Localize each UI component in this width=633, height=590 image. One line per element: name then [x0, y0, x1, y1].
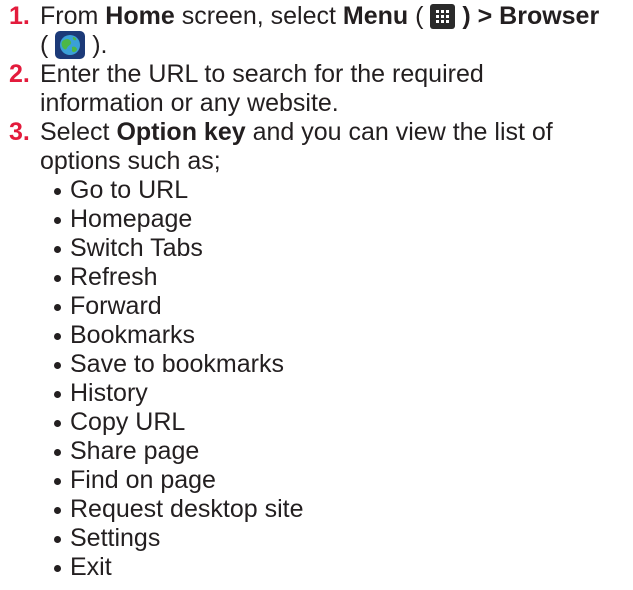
list-item: Settings: [40, 524, 631, 553]
step-number: 2.: [9, 60, 30, 88]
option-key-label: Option key: [116, 118, 246, 146]
step-1: 1. From Home screen, select Menu ( ) > B…: [9, 2, 631, 60]
step-text: From Home screen, select Menu ( ) > Brow…: [40, 2, 631, 60]
list-item: Bookmarks: [40, 321, 631, 350]
menu-grid-icon: [430, 4, 456, 29]
list-item: Find on page: [40, 466, 631, 495]
list-item: Save to bookmarks: [40, 350, 631, 379]
step-line: information or any website.: [40, 89, 339, 117]
list-item: Go to URL: [40, 176, 631, 205]
text-fragment: ).: [85, 31, 108, 59]
step-line: From Home screen, select Menu ( ) > Brow…: [40, 2, 631, 31]
text-fragment: screen, select: [174, 2, 343, 30]
step-line: Select Option key and you can view the l…: [40, 118, 631, 147]
home-label: Home: [105, 2, 175, 30]
step-text: Enter the URL to search for the required…: [40, 60, 631, 118]
list-item: Request desktop site: [40, 495, 631, 524]
list-item: Forward: [40, 292, 631, 321]
text-fragment: (: [40, 31, 56, 59]
text-fragment: and you can view the list of: [245, 118, 553, 146]
text-fragment: Select: [40, 118, 117, 146]
text-fragment: From: [40, 2, 106, 30]
browser-label: Browser: [499, 2, 600, 30]
list-item: Exit: [40, 553, 631, 582]
browser-globe-icon: [55, 31, 86, 59]
step-text: Select Option key and you can view the l…: [40, 118, 631, 582]
instruction-page: 1. From Home screen, select Menu ( ) > B…: [0, 0, 633, 590]
step-2: 2. Enter the URL to search for the requi…: [9, 60, 631, 118]
list-item: Homepage: [40, 205, 631, 234]
step-line: ( ).: [40, 31, 631, 60]
list-item: Copy URL: [40, 408, 631, 437]
steps-list: 1. From Home screen, select Menu ( ) > B…: [9, 2, 631, 582]
step-number: 3.: [9, 118, 30, 146]
step-line: Enter the URL to search for the required: [40, 60, 484, 88]
list-item: Refresh: [40, 263, 631, 292]
menu-label: Menu: [342, 2, 409, 30]
step-number: 1.: [9, 2, 30, 30]
list-item: Share page: [40, 437, 631, 466]
step-line: options such as;: [40, 147, 221, 175]
text-fragment: ) >: [455, 2, 500, 30]
text-fragment: (: [408, 2, 431, 30]
list-item: History: [40, 379, 631, 408]
step-3: 3. Select Option key and you can view th…: [9, 118, 631, 582]
options-list: Go to URL Homepage Switch Tabs Refresh F…: [40, 176, 631, 582]
list-item: Switch Tabs: [40, 234, 631, 263]
